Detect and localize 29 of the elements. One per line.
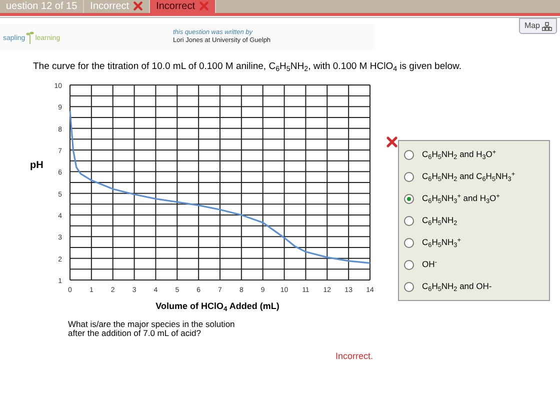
option-label: C$_{6}$H$_{5}$NH$_{2}$ and H$_{3}$O$^{+}$ <box>422 148 496 162</box>
option-label: C$_{6}$H$_{5}$NH$_{2}$ and OH- <box>422 280 492 294</box>
sprout-icon <box>26 30 34 44</box>
option-label: C$_{6}$H$_{5}$NH$_{2}$ <box>422 214 458 228</box>
feedback-text: Incorrect. <box>335 350 373 363</box>
close-x-icon <box>133 1 144 11</box>
y-axis-label: pH <box>30 159 44 174</box>
x-axis-label: Volume of HClO$_{4}$ Added (mL) <box>156 300 280 314</box>
option-label: C$_{6}$H$_{5}$NH$_{3}$$^{+}$ and H$_{3}$O$^{+}$ <box>422 192 500 206</box>
sitemap-icon <box>542 22 552 30</box>
option-label: OH$^{-}$ <box>422 258 437 272</box>
radio-button[interactable] <box>404 238 414 248</box>
radio-button[interactable] <box>404 216 414 226</box>
radio-button[interactable] <box>404 282 414 292</box>
map-button[interactable]: Map <box>519 18 557 34</box>
question-intro: The curve for the titration of 10.0 mL of 0.100 M aniline, C$_{6}$H$_{5}$NH$_{2}$, with 0.100 M HClO$_{4}$ is given below. <box>33 60 462 74</box>
radio-button[interactable] <box>404 150 414 160</box>
answer-option[interactable]: C$_{6}$H$_{5}$NH$_{3}$$^{+}$ and H$_{3}$O$^{+}$ <box>404 189 549 208</box>
question-prompt: What is/are the major species in the solution after the addition of 7.0 mL of acid? <box>68 320 236 338</box>
radio-button[interactable] <box>404 172 414 182</box>
answer-option[interactable]: OH$^{-}$ <box>404 255 549 274</box>
incorrect-x-icon <box>386 136 398 148</box>
answer-option[interactable]: C$_{6}$H$_{5}$NH$_{2}$ <box>404 211 549 230</box>
answer-option[interactable]: C$_{6}$H$_{5}$NH$_{2}$ and H$_{3}$O$^{+}$ <box>404 145 549 164</box>
radio-button[interactable] <box>404 194 414 204</box>
answer-option[interactable]: C$_{6}$H$_{5}$NH$_{2}$ and OH- <box>404 277 549 296</box>
radio-button[interactable] <box>404 260 414 270</box>
question-tab[interactable]: Incorrect <box>150 0 216 13</box>
close-x-icon <box>198 1 209 11</box>
